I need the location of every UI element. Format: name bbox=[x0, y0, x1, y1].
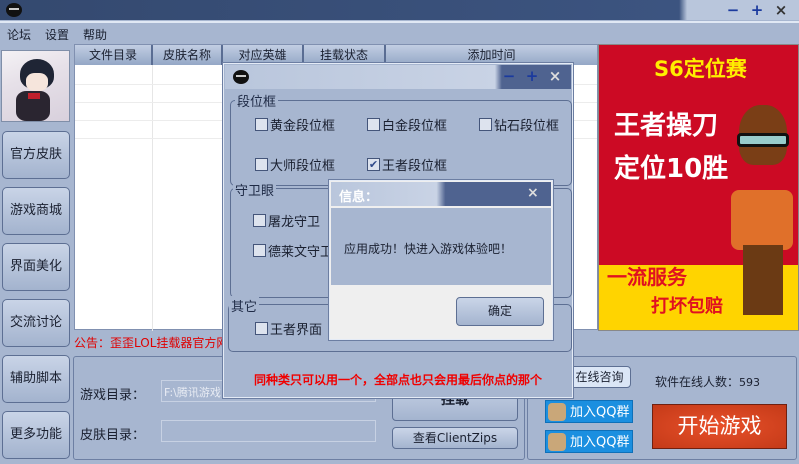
group-label: 段位框 bbox=[235, 91, 279, 110]
group-label: 其它 bbox=[229, 296, 260, 315]
sidebar-helper-scripts[interactable]: 辅助脚本 bbox=[2, 355, 70, 403]
game-dir-label: 游戏目录： bbox=[80, 388, 146, 403]
ok-button[interactable]: 确定 bbox=[456, 297, 544, 326]
col-add-time[interactable]: 添加时间 bbox=[386, 45, 597, 65]
checkbox-label: 白金段位框 bbox=[382, 119, 448, 134]
menu-bar: 论坛 设置 帮助 bbox=[0, 21, 799, 43]
sidebar-ui-beautify[interactable]: 界面美化 bbox=[2, 243, 70, 291]
close-button[interactable]: × bbox=[772, 1, 790, 19]
checkbox-box bbox=[255, 118, 268, 131]
ad-line5: 打坏包赔 bbox=[651, 296, 723, 317]
message-title-bar: 信息： × bbox=[331, 182, 551, 206]
col-skin-name[interactable]: 皮肤名称 bbox=[153, 45, 223, 65]
checkbox-dragon-ward[interactable]: 屠龙守卫 bbox=[253, 211, 320, 230]
checkbox-label: 钻石段位框 bbox=[494, 119, 560, 134]
checkbox-box bbox=[367, 118, 380, 131]
online-count-label: 软件在线人数：593 bbox=[655, 373, 760, 390]
dialog-title-bar: − + × bbox=[225, 65, 571, 89]
menu-settings[interactable]: 设置 bbox=[45, 26, 69, 43]
checkbox-box bbox=[253, 214, 266, 227]
checkbox-challenger-ui[interactable]: 王者界面 bbox=[255, 319, 322, 338]
checkbox-master[interactable]: 大师段位框 bbox=[255, 155, 335, 174]
checkbox-box bbox=[255, 322, 268, 335]
ad-banner[interactable]: S6定位赛 王者操刀 定位10胜 一流服务 打坏包赔 bbox=[598, 44, 799, 331]
checkbox-label: 屠龙守卫 bbox=[268, 215, 321, 230]
start-game-button[interactable]: 开始游戏 bbox=[652, 404, 787, 449]
checkbox-box bbox=[253, 244, 266, 257]
sidebar-official-skins[interactable]: 官方皮肤 bbox=[2, 131, 70, 179]
qq2-label: 加入QQ群 bbox=[570, 435, 630, 450]
app-logo-icon bbox=[233, 70, 249, 84]
checkbox-label: 王者界面 bbox=[270, 323, 323, 338]
checkbox-label: 德莱文守卫 bbox=[268, 245, 334, 260]
message-close-button[interactable]: × bbox=[527, 185, 539, 201]
dialog-footer-note: 同种类只可以用一个，全部点也只会用最后你点的那个 bbox=[253, 373, 542, 387]
checkbox-diamond[interactable]: 钻石段位框 bbox=[479, 115, 559, 134]
checkbox-platinum[interactable]: 白金段位框 bbox=[367, 115, 447, 134]
minimize-button[interactable]: − bbox=[724, 1, 742, 19]
skin-dir-input[interactable] bbox=[161, 420, 376, 442]
ad-line1: S6定位赛 bbox=[654, 57, 747, 81]
qq-group-icon bbox=[548, 433, 566, 451]
ad-line3: 定位10胜 bbox=[614, 154, 729, 184]
ad-line4: 一流服务 bbox=[607, 265, 687, 289]
message-text: 应用成功！快进入游戏体验吧！ bbox=[344, 242, 513, 256]
col-hero[interactable]: 对应英雄 bbox=[223, 45, 304, 65]
menu-help[interactable]: 帮助 bbox=[83, 26, 107, 43]
message-title: 信息： bbox=[339, 190, 379, 205]
col-file-dir[interactable]: 文件目录 bbox=[75, 45, 153, 65]
group-label: 守卫眼 bbox=[233, 180, 277, 199]
online-label-text: 软件在线人数： bbox=[655, 375, 740, 389]
checkbox-box bbox=[479, 118, 492, 131]
menu-forum[interactable]: 论坛 bbox=[7, 26, 31, 43]
join-qq-group-button-1[interactable]: 加入QQ群 bbox=[545, 400, 633, 423]
avatar bbox=[1, 50, 70, 122]
checkbox-label: 王者段位框 bbox=[382, 159, 448, 174]
notice-text: 公告：歪歪LOL挂载器官方网 bbox=[74, 336, 229, 350]
online-consult-button[interactable]: 在线咨询 bbox=[568, 366, 631, 388]
maximize-button[interactable]: + bbox=[748, 1, 766, 19]
checkbox-gold[interactable]: 黄金段位框 bbox=[255, 115, 335, 134]
checkbox-challenger[interactable]: ✔ 王者段位框 bbox=[367, 155, 447, 174]
checkbox-draven-ward[interactable]: 德莱文守卫 bbox=[253, 241, 333, 260]
ad-line2: 王者操刀 bbox=[614, 111, 719, 141]
dialog-maximize-button[interactable]: + bbox=[523, 67, 541, 85]
sidebar-discussion[interactable]: 交流讨论 bbox=[2, 299, 70, 347]
title-bar: − + × bbox=[0, 0, 799, 20]
online-count-value: 593 bbox=[739, 376, 761, 389]
view-clientzips-button[interactable]: 查看ClientZips bbox=[392, 427, 518, 449]
sidebar-more-features[interactable]: 更多功能 bbox=[2, 411, 70, 459]
col-mount-status[interactable]: 挂载状态 bbox=[304, 45, 386, 65]
message-body: 应用成功！快进入游戏体验吧！ bbox=[331, 208, 551, 285]
qq1-label: 加入QQ群 bbox=[570, 405, 630, 420]
checkbox-label: 黄金段位框 bbox=[270, 119, 336, 134]
dialog-minimize-button[interactable]: − bbox=[500, 67, 518, 85]
join-qq-group-button-2[interactable]: 加入QQ群 bbox=[545, 430, 633, 453]
checkbox-label: 大师段位框 bbox=[270, 159, 336, 174]
group-rank-frame: 段位框 黄金段位框 白金段位框 钻石段位框 大师段位框 ✔ 王者段位框 bbox=[230, 91, 572, 186]
qq-group-icon bbox=[548, 403, 566, 421]
skin-dir-label: 皮肤目录： bbox=[80, 428, 146, 443]
message-dialog: 信息： × 应用成功！快进入游戏体验吧！ 确定 bbox=[329, 180, 553, 340]
sidebar-game-store[interactable]: 游戏商城 bbox=[2, 187, 70, 235]
dialog-close-button[interactable]: × bbox=[546, 67, 564, 85]
check-icon: ✔ bbox=[367, 158, 380, 171]
app-logo-icon bbox=[6, 3, 22, 17]
checkbox-box bbox=[255, 158, 268, 171]
